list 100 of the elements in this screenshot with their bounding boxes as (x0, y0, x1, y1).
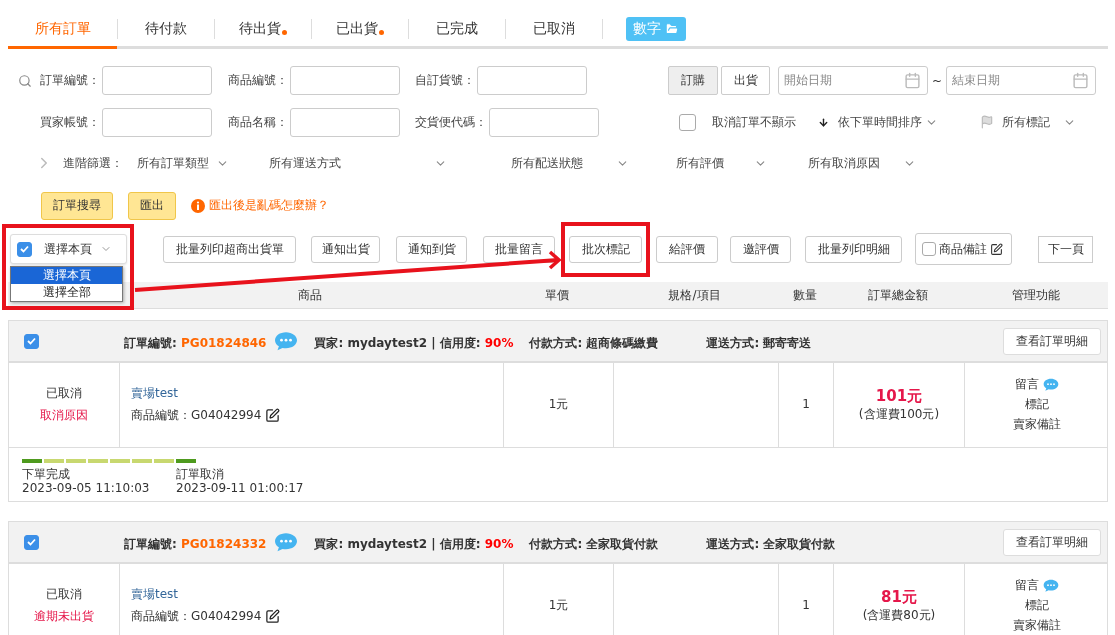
field-label: 商品名稱： (228, 113, 288, 131)
manage-link[interactable]: 留言 (1015, 579, 1039, 594)
order-checkbox[interactable] (24, 534, 39, 550)
shipping-method: 運送方式: 郵寄寄送 (706, 334, 812, 352)
order-total: 101元 (875, 388, 923, 406)
order-tab[interactable]: 已出貨 (312, 0, 408, 49)
order-number: 訂單編號: PG01824332 (124, 535, 267, 553)
export-button[interactable]: 匯出 (128, 191, 176, 220)
search-field[interactable] (489, 107, 599, 137)
search-field[interactable] (102, 107, 212, 137)
search-icon (18, 73, 32, 88)
order-detail-button[interactable]: 查看訂單明細 (1003, 528, 1101, 556)
quantity: 1 (802, 599, 810, 613)
calendar-icon[interactable] (1072, 72, 1090, 89)
status-reason: 取消原因 (40, 409, 88, 423)
date-separator: ~ (932, 73, 943, 88)
order-tab[interactable]: 待出貨 (215, 0, 311, 49)
payment-method: 付款方式: 全家取貨付款 (529, 535, 659, 553)
bulk-action-button[interactable]: 通知出貨 (311, 235, 380, 263)
manage-link[interactable]: 標記 (1025, 398, 1049, 412)
menu-item[interactable]: 選擇本頁 (11, 267, 122, 284)
bulk-action-button[interactable]: 批量列印超商出貨單 (163, 235, 296, 263)
chat-icon[interactable] (1043, 378, 1059, 392)
field-label: 訂單編號： (40, 72, 100, 89)
timeline-event: 下單完成 2023-09-05 11:10:03 (22, 467, 151, 495)
check-icon (27, 538, 36, 546)
bulk-action-button[interactable]: 邀評價 (730, 235, 791, 263)
note-checkbox[interactable] (922, 242, 936, 256)
date-mode-toggle[interactable]: 訂購 (668, 66, 718, 95)
menu-item[interactable]: 選擇全部 (11, 284, 122, 301)
select-page-dropdown[interactable]: 選擇本頁 (10, 234, 127, 264)
filter-dropdown[interactable]: 所有取消原因 (808, 154, 916, 172)
search-button[interactable]: 訂單搜尋 (41, 191, 113, 220)
edit-icon[interactable] (265, 408, 281, 424)
search-field[interactable] (477, 66, 587, 95)
select-checkbox[interactable] (17, 241, 32, 257)
shipping-method: 運送方式: 全家取貨付款 (706, 535, 836, 553)
buyer-info: 買家: mydaytest2 | 信用度: 90% (314, 334, 514, 352)
order-tab[interactable]: 待付款 (118, 0, 214, 49)
flag-icon (980, 115, 994, 129)
end-date-field[interactable]: 結束日期 (946, 66, 1097, 95)
column-header: 管理功能 (1010, 286, 1061, 304)
bulk-action-button[interactable]: 通知到貨 (396, 235, 467, 263)
bulk-action-button[interactable]: 給評價 (656, 235, 718, 263)
calendar-icon[interactable] (904, 72, 921, 89)
manage-link[interactable]: 賣家備註 (1013, 618, 1061, 633)
shipping-fee-note: (含運費100元) (858, 407, 940, 422)
bulk-action-button[interactable]: 批量留言 (483, 235, 555, 263)
edit-icon (990, 242, 1003, 256)
advanced-filter-label: 進階篩選： (63, 154, 124, 172)
product-number: 商品編號：G04042994 (131, 610, 262, 624)
search-field[interactable] (290, 66, 400, 95)
order-status: 已取消 (46, 588, 82, 602)
manage-link[interactable]: 標記 (1025, 599, 1049, 613)
order-tab[interactable]: 已完成 (409, 0, 505, 49)
order-tab[interactable]: 已取消 (506, 0, 602, 49)
order-detail-button[interactable]: 查看訂單明細 (1003, 327, 1101, 355)
unit-price: 1元 (548, 599, 569, 613)
hide-cancelled-label: 取消訂單不顯示 (712, 113, 796, 131)
filter-dropdown[interactable]: 所有訂單類型 (137, 154, 229, 172)
manage-link[interactable]: 留言 (1015, 378, 1039, 393)
product-link[interactable]: 賣場test (131, 587, 179, 602)
timeline-event: 訂單取消 2023-09-11 01:00:17 (176, 467, 305, 495)
sort-dropdown[interactable]: 依下單時間排序 (838, 113, 938, 131)
column-header: 訂單總金額 (866, 286, 929, 304)
chat-icon[interactable] (274, 531, 299, 553)
filter-dropdown[interactable]: 所有配送狀態 (511, 154, 629, 172)
hide-cancelled-checkbox[interactable] (679, 113, 696, 131)
shipping-fee-note: (含運費80元) (862, 608, 936, 623)
manage-link[interactable]: 賣家備註 (1013, 417, 1061, 432)
order-total: 81元 (881, 589, 917, 607)
sort-arrow-icon[interactable] (818, 116, 829, 128)
column-header: 單價 (544, 286, 570, 304)
chat-icon[interactable] (1043, 579, 1059, 593)
date-mode-toggle[interactable]: 出貨 (721, 66, 770, 95)
order-checkbox[interactable] (24, 333, 39, 349)
field-label: 交貨便代碼： (415, 113, 487, 131)
quantity: 1 (802, 398, 810, 412)
check-icon (27, 337, 36, 345)
next-page-button[interactable]: 下一頁 (1038, 235, 1093, 263)
chat-icon[interactable] (274, 330, 299, 352)
product-link[interactable]: 賣場test (131, 386, 179, 401)
product-note-toggle[interactable]: 商品備註 (915, 233, 1012, 265)
field-label: 買家帳號： (40, 113, 100, 131)
filter-dropdown[interactable]: 所有運送方式 (269, 154, 447, 172)
mark-filter[interactable]: 所有標記 (1002, 113, 1076, 131)
payment-method: 付款方式: 超商條碼繳費 (529, 334, 659, 352)
search-field[interactable] (102, 66, 212, 95)
bulk-action-button[interactable]: 批量列印明細 (805, 235, 902, 263)
search-field[interactable] (290, 107, 400, 137)
buyer-info: 買家: mydaytest2 | 信用度: 90% (314, 535, 514, 553)
filter-dropdown[interactable]: 所有評價 (676, 154, 767, 172)
product-number: 商品編號：G04042994 (131, 409, 262, 423)
edit-icon[interactable] (265, 609, 281, 625)
status-reason: 逾期未出貨 (34, 610, 94, 624)
column-header: 規格/項目 (667, 286, 722, 304)
start-date-field[interactable]: 開始日期 (778, 66, 928, 95)
field-label: 商品編號： (228, 72, 288, 89)
bulk-action-button[interactable]: 批次標記 (569, 235, 642, 263)
unit-price: 1元 (548, 398, 569, 412)
